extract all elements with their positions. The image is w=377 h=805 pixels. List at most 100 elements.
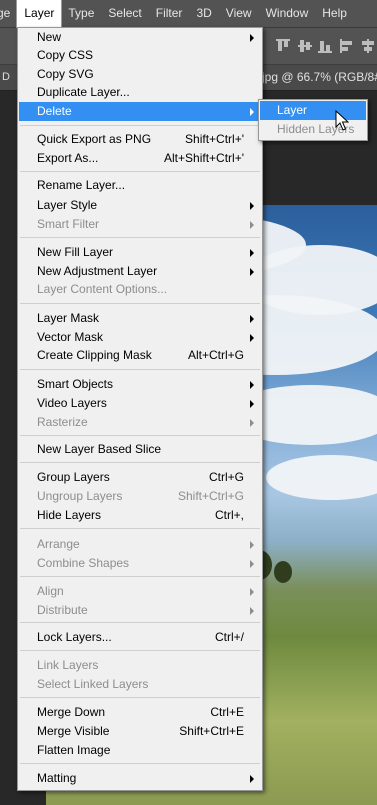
- align-bottom-icon[interactable]: [318, 39, 332, 53]
- menu-item-quick-export[interactable]: Quick Export as PNG Shift+Ctrl+': [19, 130, 261, 149]
- menu-item-label: Combine Shapes: [37, 556, 130, 570]
- submenu-arrow-icon: [250, 268, 254, 276]
- align-top-icon[interactable]: [276, 39, 290, 53]
- menu-item-label: Align: [37, 584, 64, 598]
- menu-item-copy-svg[interactable]: Copy SVG: [19, 65, 261, 84]
- menu-item-label: New Adjustment Layer: [37, 264, 158, 278]
- layer-menu: New Copy CSS Copy SVG Duplicate Layer...…: [17, 27, 263, 791]
- submenu-item-layer[interactable]: Layer: [260, 101, 366, 120]
- menu-item-select-linked-layers[interactable]: Select Linked Layers: [19, 675, 261, 694]
- menu-item-label: Group Layers: [37, 470, 110, 484]
- menu-item-duplicate-layer[interactable]: Duplicate Layer...: [19, 83, 261, 102]
- align-hcenter-icon[interactable]: [361, 39, 375, 53]
- menu-item-create-clipping-mask[interactable]: Create Clipping Mask Alt+Ctrl+G: [19, 346, 261, 365]
- menu-item-label: Link Layers: [37, 658, 99, 672]
- menu-item-flatten-image[interactable]: Flatten Image: [19, 741, 261, 760]
- menu-item-label: Smart Objects: [37, 377, 114, 391]
- delete-submenu: Layer Hidden Layers: [258, 99, 368, 141]
- menu-item-label: Copy SVG: [37, 67, 94, 81]
- menu-item-label: New Fill Layer: [37, 245, 114, 259]
- menu-item-label: Distribute: [37, 603, 88, 617]
- menu-item-copy-css[interactable]: Copy CSS: [19, 46, 261, 65]
- menu-item-label: Create Clipping Mask: [37, 348, 152, 362]
- menu-item-align[interactable]: Align: [19, 582, 261, 601]
- menu-separator: [20, 576, 260, 577]
- submenu-arrow-icon: [250, 588, 254, 596]
- menu-item-label: Copy CSS: [37, 48, 94, 62]
- menu-item-arrange[interactable]: Arrange: [19, 535, 261, 554]
- menu-separator: [20, 303, 260, 304]
- menu-item-label: Quick Export as PNG: [37, 132, 152, 146]
- menu-edit[interactable]: ge: [0, 0, 17, 27]
- menu-3d[interactable]: 3D: [189, 0, 218, 27]
- menu-item-shortcut: Shift+Ctrl+': [185, 132, 244, 146]
- menu-item-label: New Layer Based Slice: [37, 442, 162, 456]
- document-tab-left[interactable]: D 66: [0, 65, 18, 108]
- menu-item-link-layers[interactable]: Link Layers: [19, 656, 261, 675]
- menu-item-new-fill-layer[interactable]: New Fill Layer: [19, 243, 261, 262]
- menu-item-group-layers[interactable]: Group Layers Ctrl+G: [19, 468, 261, 487]
- menu-separator: [20, 528, 260, 529]
- menu-item-smart-filter[interactable]: Smart Filter: [19, 215, 261, 234]
- submenu-arrow-icon: [250, 607, 254, 615]
- menu-item-label: Vector Mask: [37, 330, 104, 344]
- menu-type[interactable]: Type: [61, 0, 101, 27]
- submenu-arrow-icon: [250, 775, 254, 783]
- menu-item-new-adjustment-layer[interactable]: New Adjustment Layer: [19, 262, 261, 281]
- menu-item-export-as[interactable]: Export As... Alt+Shift+Ctrl+': [19, 149, 261, 168]
- menu-item-shortcut: Shift+Ctrl+G: [177, 489, 244, 503]
- menu-item-shortcut: Ctrl+G: [208, 470, 244, 484]
- menu-select[interactable]: Select: [101, 0, 148, 27]
- menu-item-label: New: [37, 30, 62, 44]
- menu-item-smart-objects[interactable]: Smart Objects: [19, 375, 261, 394]
- submenu-arrow-icon: [250, 381, 254, 389]
- menu-item-delete[interactable]: Delete: [19, 102, 261, 121]
- menu-separator: [20, 435, 260, 436]
- menu-item-rasterize[interactable]: Rasterize: [19, 413, 261, 432]
- menu-item-ungroup-layers[interactable]: Ungroup Layers Shift+Ctrl+G: [19, 487, 261, 506]
- menu-separator: [20, 125, 260, 126]
- menu-item-shortcut: Ctrl+,: [214, 508, 244, 522]
- menu-help[interactable]: Help: [315, 0, 354, 27]
- menu-item-layer-content-options[interactable]: Layer Content Options...: [19, 280, 261, 299]
- menu-item-shortcut: Alt+Ctrl+G: [187, 348, 244, 362]
- menu-item-video-layers[interactable]: Video Layers: [19, 394, 261, 413]
- align-left-icon[interactable]: [340, 39, 354, 53]
- menu-item-combine-shapes[interactable]: Combine Shapes: [19, 554, 261, 573]
- menu-item-lock-layers[interactable]: Lock Layers... Ctrl+/: [19, 628, 261, 647]
- align-vcenter-icon[interactable]: [298, 39, 312, 53]
- menu-item-label: Export As...: [37, 151, 99, 165]
- menu-item-label: Delete: [37, 104, 72, 118]
- menu-item-rename-layer[interactable]: Rename Layer...: [19, 176, 261, 195]
- menu-item-shortcut: Ctrl+/: [214, 630, 244, 644]
- menu-separator: [20, 622, 260, 623]
- submenu-arrow-icon: [250, 419, 254, 427]
- menu-item-layer-style[interactable]: Layer Style: [19, 196, 261, 215]
- menu-item-label: Merge Visible: [37, 724, 110, 738]
- arrow-cursor-icon: [335, 110, 349, 131]
- menu-item-shortcut: Alt+Shift+Ctrl+': [164, 151, 244, 165]
- menu-item-layer-mask[interactable]: Layer Mask: [19, 309, 261, 328]
- menu-item-label: Matting: [37, 771, 77, 785]
- menu-item-shortcut: Shift+Ctrl+E: [179, 724, 244, 738]
- submenu-item-hidden-layers[interactable]: Hidden Layers: [260, 120, 366, 139]
- menu-window[interactable]: Window: [259, 0, 316, 27]
- menu-item-label: Select Linked Layers: [37, 677, 149, 691]
- menu-filter[interactable]: Filter: [149, 0, 190, 27]
- menu-layer[interactable]: Layer: [16, 0, 63, 28]
- menu-item-merge-visible[interactable]: Merge Visible Shift+Ctrl+E: [19, 722, 261, 741]
- menu-item-distribute[interactable]: Distribute: [19, 601, 261, 620]
- menu-separator: [20, 763, 260, 764]
- menu-item-vector-mask[interactable]: Vector Mask: [19, 328, 261, 347]
- menu-item-label: Ungroup Layers: [37, 489, 123, 503]
- menu-separator: [20, 697, 260, 698]
- menu-item-new[interactable]: New: [19, 28, 261, 47]
- menu-item-merge-down[interactable]: Merge Down Ctrl+E: [19, 703, 261, 722]
- submenu-arrow-icon: [250, 315, 254, 323]
- menu-item-matting[interactable]: Matting: [19, 769, 261, 788]
- menu-item-hide-layers[interactable]: Hide Layers Ctrl+,: [19, 506, 261, 525]
- submenu-arrow-icon: [250, 400, 254, 408]
- menu-view[interactable]: View: [219, 0, 259, 27]
- menu-item-new-layer-based-slice[interactable]: New Layer Based Slice: [19, 440, 261, 459]
- submenu-arrow-icon: [250, 560, 254, 568]
